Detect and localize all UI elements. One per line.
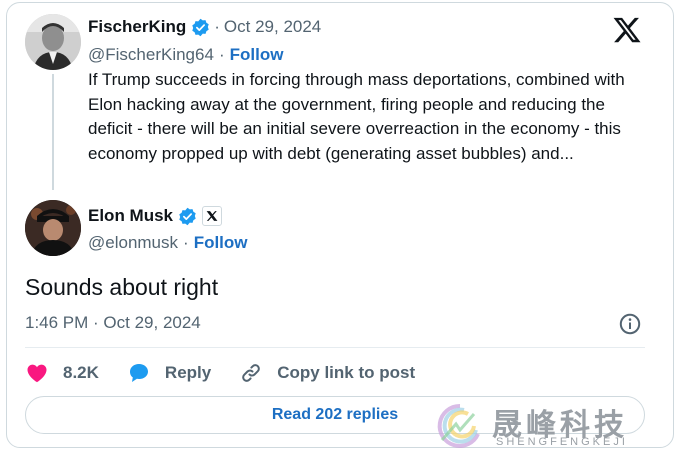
watermark-subtitle: SHENGFENGKEJI (496, 436, 628, 448)
heart-icon (27, 364, 47, 383)
reply-label: Reply (164, 363, 212, 382)
like-count: 8.2K (63, 363, 99, 382)
copy-link-button[interactable]: Copy link to post (239, 361, 415, 385)
quoted-name-row: FischerKing · Oct 29, 2024 (88, 16, 321, 38)
quoted-handle-row: @FischerKing64 · Follow (88, 44, 283, 66)
follow-fischerking-button[interactable]: Follow (230, 45, 284, 65)
avatar-elonmusk[interactable] (25, 200, 81, 256)
handle-separator: · (183, 233, 189, 252)
quoted-separator: · (214, 17, 220, 36)
read-replies-label: Read 202 replies (271, 406, 399, 423)
thread-connector-line (52, 74, 54, 190)
quoted-tweet-text: If Trump succeeds in forcing through mas… (88, 70, 625, 163)
avatar-fischerking[interactable] (25, 14, 81, 70)
quoted-date[interactable]: Oct 29, 2024 (224, 17, 321, 37)
reply-button[interactable]: Reply (127, 361, 211, 385)
x-logo-icon[interactable] (612, 15, 642, 45)
watermark-logo-icon (437, 403, 480, 448)
action-bar: 8.2K Reply Copy link to post (25, 359, 443, 387)
reply-tweet-text: Sounds about right (25, 274, 219, 300)
reply-name-row: Elon Musk (88, 205, 223, 227)
reply-handle[interactable]: @elonmusk (88, 233, 178, 253)
copy-link-label: Copy link to post (277, 363, 416, 382)
info-icon[interactable] (618, 312, 642, 336)
link-icon (242, 364, 261, 382)
reply-display-name[interactable]: Elon Musk (88, 206, 173, 226)
handle-separator: · (218, 45, 225, 64)
quoted-display-name[interactable]: FischerKing (88, 17, 186, 37)
verified-badge-icon (192, 18, 209, 36)
reply-bubble-icon (129, 364, 148, 382)
follow-elonmusk-button[interactable]: Follow (194, 233, 248, 253)
verified-badge-icon (179, 207, 196, 225)
timestamp-text: 1:46 PM · Oct 29, 2024 (25, 313, 201, 332)
reply-timestamp[interactable]: 1:46 PM · Oct 29, 2024 (25, 313, 201, 333)
reply-handle-row: @elonmusk · Follow (88, 232, 248, 254)
watermark: 晟峰科技 SHENGFENGKEJI (430, 400, 670, 450)
quoted-handle[interactable]: @FischerKing64 (88, 45, 214, 65)
like-button[interactable]: 8.2K (25, 361, 99, 385)
x-affiliate-badge-icon[interactable] (202, 206, 223, 226)
action-divider (25, 347, 645, 348)
